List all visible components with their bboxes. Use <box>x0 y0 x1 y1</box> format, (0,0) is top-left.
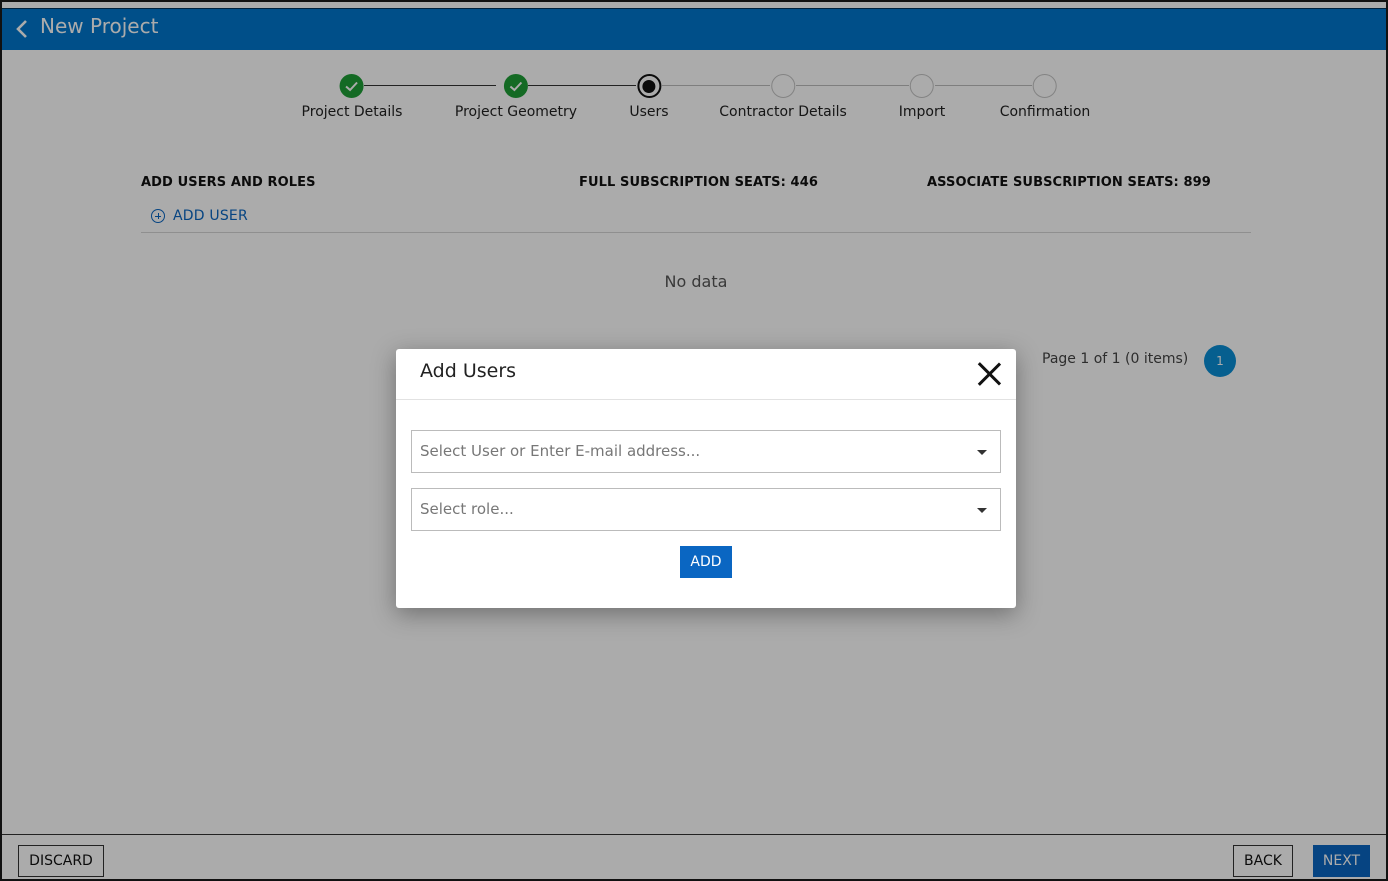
caret-down-icon <box>977 450 987 455</box>
user-select-placeholder: Select User or Enter E-mail address... <box>420 442 701 460</box>
dialog-divider <box>396 399 1016 400</box>
role-select-placeholder: Select role... <box>420 500 514 518</box>
close-icon[interactable] <box>976 361 1002 387</box>
user-email-select[interactable]: Select User or Enter E-mail address... <box>411 430 1001 473</box>
add-button[interactable]: ADD <box>680 546 732 578</box>
dialog-title: Add Users <box>420 360 517 382</box>
caret-down-icon <box>977 508 987 513</box>
role-select[interactable]: Select role... <box>411 488 1001 531</box>
add-users-dialog: Add Users Select User or Enter E-mail ad… <box>396 349 1016 608</box>
